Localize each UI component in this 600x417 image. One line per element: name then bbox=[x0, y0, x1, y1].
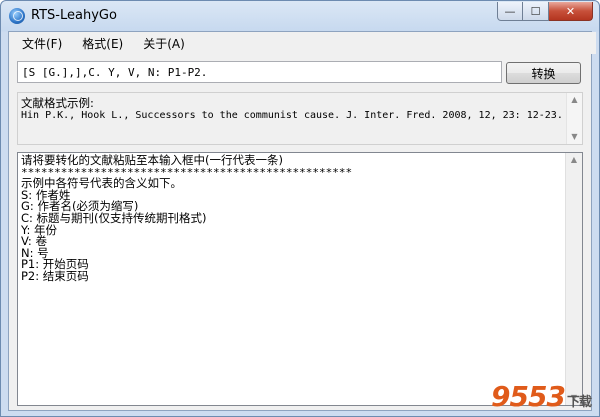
close-button[interactable]: ✕ bbox=[549, 2, 593, 21]
watermark-brand: 9553 bbox=[491, 380, 566, 413]
title-bar[interactable]: RTS-LeahyGo — ☐ ✕ bbox=[1, 1, 599, 31]
watermark-suffix: 下载 bbox=[566, 395, 592, 410]
app-window: RTS-LeahyGo — ☐ ✕ 文件(F) 格式(E) 关于(A) 转换 文… bbox=[0, 0, 600, 417]
window-title: RTS-LeahyGo bbox=[31, 8, 117, 23]
convert-button[interactable]: 转换 bbox=[506, 62, 581, 84]
main-scrollbar[interactable]: ▲ ▼ bbox=[565, 153, 582, 405]
caption-buttons: — ☐ ✕ bbox=[497, 2, 593, 22]
menu-file[interactable]: 文件(F) bbox=[14, 33, 70, 54]
scroll-up-arrow-icon[interactable]: ▲ bbox=[567, 93, 582, 107]
watermark-logo: 9553 下载 bbox=[491, 380, 592, 413]
text-line: C: 标题与期刊(仅支持传统期刊格式) bbox=[21, 210, 207, 225]
text-line: P2: 结束页码 bbox=[21, 268, 89, 283]
maximize-button[interactable]: ☐ bbox=[523, 2, 549, 21]
reference-text-lines: 请将要转化的文献粘贴至本输入框中(一行代表一条) ***************… bbox=[18, 153, 352, 283]
client-area: 文件(F) 格式(E) 关于(A) 转换 文献格式示例: Hin P.K., H… bbox=[8, 31, 596, 411]
app-icon bbox=[9, 8, 25, 24]
example-label: 文献格式示例: bbox=[21, 96, 94, 110]
text-line: 请将要转化的文献粘贴至本输入框中(一行代表一条) bbox=[21, 153, 283, 167]
scroll-down-arrow-icon[interactable]: ▼ bbox=[567, 130, 582, 144]
format-row: 转换 bbox=[13, 61, 589, 85]
example-text: Hin P.K., Hook L., Successors to the com… bbox=[21, 110, 563, 121]
menu-format[interactable]: 格式(E) bbox=[74, 33, 131, 54]
scroll-up-arrow-icon[interactable]: ▲ bbox=[566, 153, 582, 167]
example-box[interactable]: 文献格式示例: Hin P.K., Hook L., Successors to… bbox=[17, 92, 583, 145]
text-line: V: 卷 bbox=[21, 234, 47, 249]
menu-about[interactable]: 关于(A) bbox=[135, 33, 193, 54]
example-scrollbar[interactable]: ▲ ▼ bbox=[566, 93, 582, 144]
format-input[interactable] bbox=[17, 61, 502, 83]
reference-input-area[interactable]: 请将要转化的文献粘贴至本输入框中(一行代表一条) ***************… bbox=[17, 152, 583, 406]
menu-bar: 文件(F) 格式(E) 关于(A) bbox=[9, 32, 596, 54]
text-line: Y: 年份 bbox=[21, 222, 58, 237]
minimize-button[interactable]: — bbox=[497, 2, 523, 21]
